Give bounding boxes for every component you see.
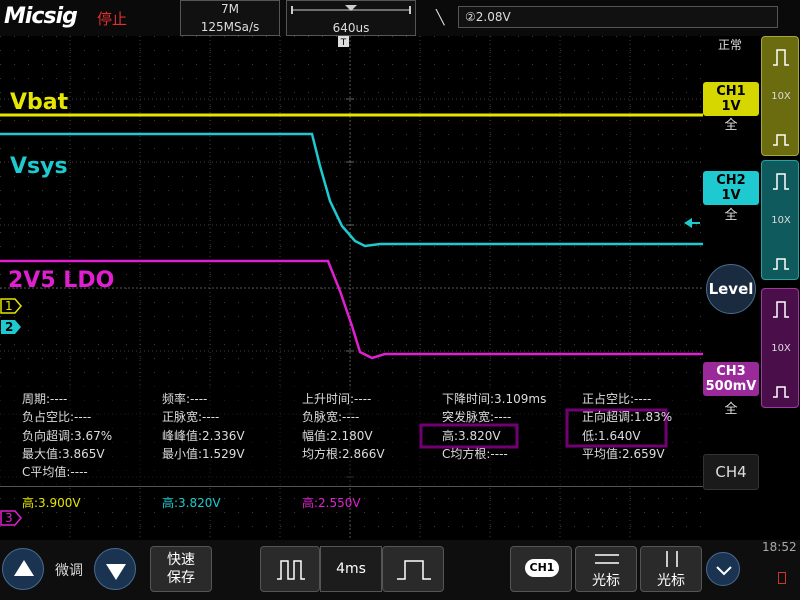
meas-rise-time: 上升时间:----: [302, 392, 372, 406]
ch3-ac-coupling-icon[interactable]: [762, 369, 800, 409]
vbat-label: Vbat: [10, 90, 69, 115]
measurement-panel[interactable]: 周期:---- 频率:---- 上升时间:---- 下降时间:3.109ms 正…: [0, 386, 703, 488]
top-status-bar: Micsig 停止 7M 125MSa/s 640us ╲ ②2.08V: [0, 0, 800, 36]
meas-pos-width: 正脉宽:----: [162, 410, 220, 424]
ch3-offset-marker[interactable]: 3: [0, 510, 22, 526]
channel-select-button[interactable]: CH1: [510, 546, 572, 592]
meas-mean: 平均值:2.659V: [582, 447, 665, 461]
trigger-slope-icon: ╲: [436, 10, 445, 26]
ch3-coupling: 全: [724, 402, 738, 417]
ch1-side-control[interactable]: 10X: [761, 36, 799, 156]
measurement-divider: [0, 486, 703, 487]
run-stop-status[interactable]: 停止: [97, 8, 127, 29]
vertical-cursor-button[interactable]: 光标: [640, 546, 702, 592]
meas-low: 低:1.640V: [582, 429, 641, 443]
ch3-side-control[interactable]: 10X: [761, 288, 799, 408]
vsys-label: Vsys: [10, 154, 68, 179]
arrow-up-icon: [14, 560, 34, 576]
timebase-left-button[interactable]: [260, 546, 320, 592]
meas-rms: 均方根:2.866V: [302, 447, 385, 461]
clock: 18:52: [762, 540, 797, 554]
ch3-dc-coupling-icon[interactable]: [762, 289, 800, 329]
level-knob[interactable]: Level: [706, 264, 756, 314]
memory-depth: 7M: [221, 2, 239, 16]
meas-pos-overshoot: 正向超调:1.83%: [582, 410, 673, 424]
ch1-ac-coupling-icon[interactable]: [762, 117, 800, 157]
fine-up-button[interactable]: [2, 548, 44, 590]
memory-bar-icon: [291, 5, 411, 14]
ch4-button[interactable]: CH4: [703, 454, 759, 490]
ch2-offset-marker[interactable]: 2: [0, 319, 22, 335]
ch1-coupling: 全: [724, 118, 738, 133]
timebase-value[interactable]: 4ms: [320, 546, 382, 592]
ch2-dc-coupling-icon[interactable]: [762, 161, 800, 201]
menu-expand-button[interactable]: [706, 552, 740, 586]
sample-rate: 125MSa/s: [200, 20, 260, 34]
meas-neg-width: 负脉宽:----: [302, 410, 360, 424]
ch2-ac-coupling-icon[interactable]: [762, 241, 800, 281]
meas-cycle-mean: C平均值:----: [22, 465, 88, 479]
timebase-position: 640us: [332, 21, 370, 35]
ldo-label: 2V5 LDO: [8, 268, 115, 293]
horizontal-cursor-button[interactable]: 光标: [575, 546, 637, 592]
fine-adjust-label: 微调: [55, 563, 83, 579]
arrow-down-icon: [106, 564, 126, 580]
ch3-probe-ratio[interactable]: 10X: [762, 329, 800, 369]
timebase-right-button[interactable]: [382, 546, 444, 592]
trigger-position-marker: T: [338, 36, 349, 48]
timebase-position-box[interactable]: 640us: [286, 0, 416, 36]
ch1-scale-badge[interactable]: CH1 1V: [703, 82, 759, 116]
meas-min: 最小值:1.529V: [162, 447, 245, 461]
meas-pos-duty: 正占空比:----: [582, 392, 652, 406]
meas-burst-width: 突发脉宽:----: [442, 410, 512, 424]
meas-frequency: 频率:----: [162, 392, 208, 406]
pulse-narrow-icon: [277, 560, 305, 580]
ch2-side-control[interactable]: 10X: [761, 160, 799, 280]
trigger-mode[interactable]: 正常: [715, 36, 745, 53]
chevron-down-icon: [716, 566, 732, 576]
vertical-cursor-icon: [666, 551, 678, 567]
meas-period: 周期:----: [22, 392, 68, 406]
ch3-scale-badge[interactable]: CH3 500mV: [703, 362, 759, 396]
horizontal-cursor-icon: [595, 554, 619, 564]
ch2-coupling: 全: [724, 208, 738, 223]
ch1-high-value: 高:3.900V: [22, 496, 81, 510]
meas-fall-time: 下降时间:3.109ms: [442, 392, 547, 406]
bottom-toolbar: 微调 快速 保存 4ms CH1 光标 光标 18:52: [0, 540, 800, 600]
trigger-level-box[interactable]: ②2.08V: [458, 6, 778, 28]
meas-cycle-rms: C均方根:----: [442, 447, 508, 461]
ch2-scale-badge[interactable]: CH2 1V: [703, 171, 759, 205]
ch2-probe-ratio[interactable]: 10X: [762, 201, 800, 241]
meas-amplitude: 幅值:2.180V: [302, 429, 373, 443]
meas-max: 最大值:3.865V: [22, 447, 105, 461]
pulse-wide-icon: [397, 560, 431, 580]
brand-logo: Micsig: [4, 4, 78, 29]
fine-down-button[interactable]: [94, 548, 136, 590]
battery-icon: [778, 572, 786, 584]
meas-high: 高:3.820V: [442, 429, 501, 443]
meas-neg-overshoot: 负向超调:3.67%: [22, 429, 113, 443]
quick-save-button[interactable]: 快速 保存: [150, 546, 212, 592]
ch1-dc-coupling-icon[interactable]: [762, 37, 800, 77]
ch1-probe-ratio[interactable]: 10X: [762, 77, 800, 117]
acquisition-info[interactable]: 7M 125MSa/s: [180, 0, 280, 36]
meas-peak-to-peak: 峰峰值:2.336V: [162, 429, 245, 443]
waveform-display[interactable]: T Vbat Vsys 2V5 LDO 1 2 3 周期:---- 频率:---…: [0, 36, 703, 540]
svg-text:T: T: [340, 38, 347, 48]
ch2-high-value: 高:3.820V: [162, 496, 221, 510]
ch1-offset-marker[interactable]: 1: [0, 298, 22, 314]
channel-side-panel: 正常 10X CH1 1V 全 10X CH2 1V 全 Level 10X CH3…: [703, 36, 800, 540]
ch3-high-value: 高:2.550V: [302, 496, 361, 510]
meas-neg-duty: 负占空比:----: [22, 410, 92, 424]
